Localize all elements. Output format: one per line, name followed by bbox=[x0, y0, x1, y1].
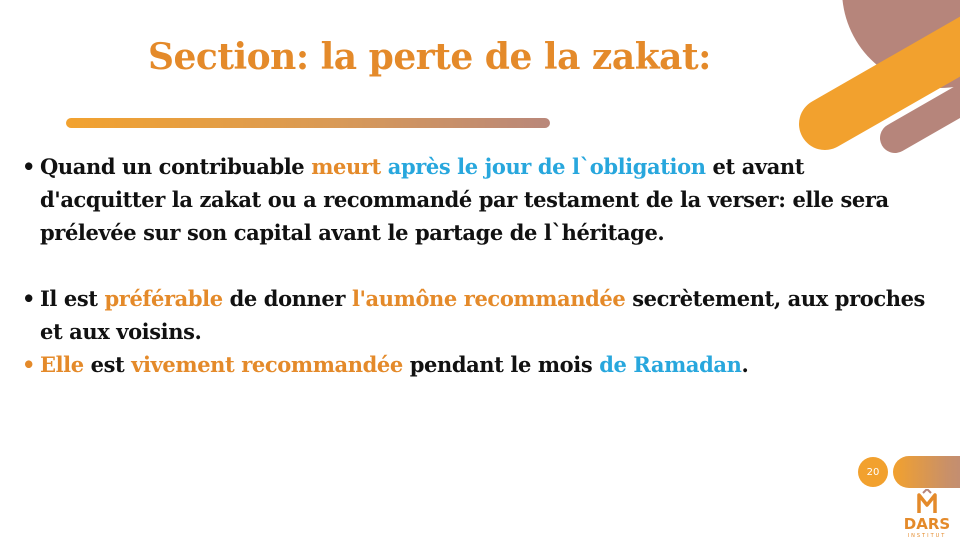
bullet-3-highlight-ramadan: de Ramadan bbox=[599, 352, 742, 377]
bullet-1-highlight-obligation: après le jour de l`obligation bbox=[387, 154, 706, 179]
logo-subtext: INSTITUT bbox=[908, 533, 947, 539]
logo-mark-accent bbox=[922, 489, 932, 494]
bullet-dot: • bbox=[22, 154, 36, 179]
bullet-2-mid: de donner bbox=[222, 286, 352, 311]
bullet-2: • Il est préférable de donner l'aumône re… bbox=[20, 282, 935, 348]
decorative-pill bbox=[893, 456, 960, 488]
bullet-1-text: Quand un contribuable bbox=[40, 154, 312, 179]
logo-mark-icon bbox=[917, 493, 937, 513]
bullet-3-mid: pendant le mois bbox=[402, 352, 600, 377]
logo-text: DARS bbox=[904, 515, 950, 533]
bullet-2-highlight-aumone: l'aumône recommandée bbox=[351, 286, 626, 311]
dars-logo: DARS INSTITUT bbox=[904, 489, 950, 539]
bullet-1: • Quand un contribuable meurt après le jo… bbox=[20, 150, 935, 249]
bullet-dot: • bbox=[22, 352, 36, 377]
bullet-dot: • bbox=[22, 286, 36, 311]
slide-title: Section: la perte de la zakat: bbox=[148, 36, 711, 78]
bullet-2-text: Il est bbox=[40, 286, 105, 311]
bullet-3-text: est bbox=[83, 352, 132, 377]
bullet-3: • Elle est vivement recommandée pendant l… bbox=[20, 348, 935, 381]
page-number-badge: 20 bbox=[858, 457, 888, 487]
bullet-3-end: . bbox=[741, 352, 749, 377]
title-underline-bar bbox=[66, 118, 550, 128]
bullet-1-space bbox=[381, 154, 388, 179]
bullet-3-highlight-vivement: vivement recommandée bbox=[131, 352, 403, 377]
bullet-2-highlight-preferable: préférable bbox=[104, 286, 224, 311]
slide: Section: la perte de la zakat: • Quand un… bbox=[0, 0, 960, 540]
bullet-1-highlight-meurt: meurt bbox=[311, 154, 381, 179]
bullet-3-highlight-elle: Elle bbox=[40, 352, 84, 377]
slide-content: • Quand un contribuable meurt après le jo… bbox=[20, 150, 935, 381]
